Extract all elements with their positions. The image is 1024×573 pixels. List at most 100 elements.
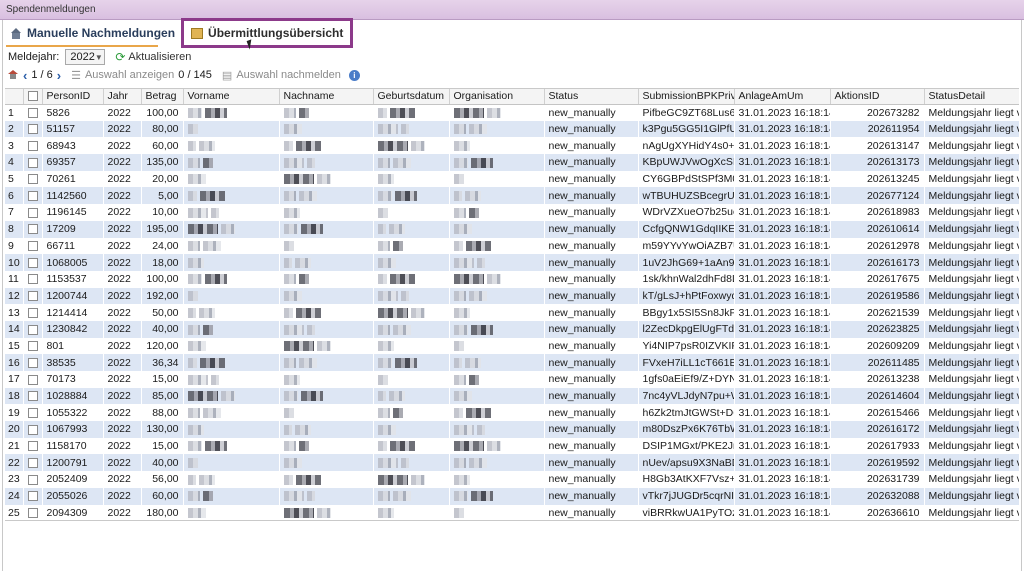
table-row[interactable]: 5 70261 2022 20,00 new_manually CY6GBPdStSPf3… [5,171,1019,188]
table-row[interactable]: 8 17209 2022 195,00 new_manually CcfgQNW1GdqI… [5,220,1019,238]
row-checkbox[interactable] [27,441,38,452]
row-select-cell[interactable] [23,137,42,154]
row-checkbox[interactable] [27,124,38,135]
table-row[interactable]: 10 1068005 2022 18,00 new_manually 1uV2JhG69+… [5,254,1019,271]
table-row[interactable]: 18 1028884 2022 85,00 new_manually 7nc4yVLJdy… [5,387,1019,405]
table-row[interactable]: 7 1196145 2022 10,00 new_manually WDrVZXueO7b… [5,204,1019,221]
column-header-nachname[interactable]: Nachname [279,89,374,105]
row-select-cell[interactable] [23,187,42,205]
column-header-select[interactable] [23,89,43,105]
show-selection-button[interactable]: Auswahl anzeigen [85,69,174,81]
table-row[interactable]: 11 1153537 2022 100,00 new_manually 1sk/khnWa… [5,271,1019,288]
table-row[interactable]: 20 1067993 2022 130,00 new_manually m80DszPx6… [5,421,1019,438]
table-row[interactable]: 25 2094309 2022 180,00 new_manually viBRRkwUA… [5,505,1019,521]
row-select-cell[interactable] [23,104,42,121]
row-checkbox[interactable] [27,140,38,151]
previous-page-button[interactable]: ‹ [23,68,27,83]
row-select-cell[interactable] [23,371,42,388]
row-checkbox[interactable] [27,191,38,201]
row-select-cell[interactable] [23,238,42,255]
row-select-cell[interactable] [23,354,42,371]
row-checkbox[interactable] [27,291,38,302]
row-select-cell[interactable] [23,304,42,321]
column-header-organisation[interactable]: Organisation [449,89,545,105]
row-select-cell[interactable] [23,454,42,472]
row-checkbox[interactable] [27,391,38,402]
tab-transmission-overview[interactable]: Übermittlungsübersicht [181,18,354,48]
row-select-cell[interactable] [23,505,42,521]
table-row[interactable]: 15 801 2022 120,00 new_manually Yi4NIP7psR0IZ… [5,338,1019,355]
row-checkbox[interactable] [27,341,38,352]
table-row[interactable]: 14 1230842 2022 40,00 new_manually l2ZecDkpgE… [5,320,1019,338]
column-header-geburtsdatum[interactable]: Geburtsdatum [373,89,450,105]
row-checkbox[interactable] [27,357,38,368]
row-checkbox[interactable] [27,274,38,285]
row-select-cell[interactable] [23,387,42,405]
table-row[interactable]: 22 1200791 2022 40,00 new_manually nUev/apsu9… [5,454,1019,472]
row-checkbox[interactable] [27,157,38,168]
column-header-betrag[interactable]: Betrag [141,89,184,105]
table-row[interactable]: 13 1214414 2022 50,00 new_manually BBgy1x5SI5… [5,304,1019,321]
row-checkbox[interactable] [27,407,38,418]
year-select[interactable]: 2022 ▼ [65,49,106,65]
table-row[interactable]: 17 70173 2022 15,00 new_manually 1gfs0aEiEf9/… [5,371,1019,388]
row-checkbox[interactable] [27,307,38,318]
table-row[interactable]: 19 1055322 2022 88,00 new_manually h6Zk2tmJtG… [5,404,1019,421]
table-row[interactable]: 3 68943 2022 60,00 new_manually nAgUgXYHidY4s… [5,137,1019,154]
table-row[interactable]: 12 1200744 2022 192,00 new_manually kT/gLsJ+h… [5,287,1019,305]
table-row[interactable]: 23 2052409 2022 56,00 new_manually H8Gb3AtKXF… [5,471,1019,488]
column-header-anlage-am-um[interactable]: AnlageAmUm [734,89,831,105]
next-page-button[interactable]: › [57,68,61,83]
info-icon[interactable]: i [348,69,360,81]
row-select-cell[interactable] [23,120,42,138]
row-select-cell[interactable] [23,154,42,171]
column-header-status[interactable]: Status [544,89,639,105]
row-select-cell[interactable] [23,438,42,455]
column-header-vorname[interactable]: Vorname [183,89,280,105]
row-select-cell[interactable] [23,421,42,438]
row-checkbox[interactable] [27,424,38,435]
column-header-submission-bpk[interactable]: SubmissionBPKPrivate [638,89,735,105]
row-select-cell[interactable] [23,471,42,488]
table-row[interactable]: 4 69357 2022 135,00 new_manually KBpUWJVwOgXc… [5,154,1019,171]
report-selection-button[interactable]: Auswahl nachmelden [236,69,341,81]
row-select-cell[interactable] [23,220,42,238]
row-checkbox[interactable] [27,374,38,385]
row-checkbox[interactable] [27,508,38,519]
row-checkbox[interactable] [27,458,38,468]
row-select-cell[interactable] [23,487,42,505]
select-all-checkbox[interactable] [27,91,38,102]
row-select-cell[interactable] [23,338,42,355]
table-row[interactable]: 6 1142560 2022 5,00 new_manually wTBUHUZSBceg… [5,187,1019,205]
home-icon[interactable] [8,70,19,80]
row-checkbox[interactable] [27,324,38,335]
table-row[interactable]: 16 38535 2022 36,34 new_manually FVxeH7iLL1cT… [5,354,1019,371]
refresh-button[interactable]: ⟳ Aktualisieren [115,50,191,64]
row-checkbox[interactable] [27,491,38,502]
column-header-status-detail[interactable]: StatusDetail [924,89,1019,105]
row-select-cell[interactable] [23,171,42,188]
table-row[interactable]: 2 51157 2022 80,00 new_manually k3Pgu5GG5I1Gl… [5,120,1019,138]
column-header-aktions-id[interactable]: AktionsID [830,89,925,105]
row-checkbox[interactable] [27,107,38,118]
row-checkbox[interactable] [27,174,38,185]
column-header-jahr[interactable]: Jahr [103,89,142,105]
row-checkbox[interactable] [27,224,38,235]
column-header-index[interactable] [5,89,24,105]
tab-manual-reports[interactable]: Manuelle Nachmeldungen [6,22,179,44]
column-header-personid[interactable]: PersonID [42,89,104,105]
row-checkbox[interactable] [27,241,38,252]
row-checkbox[interactable] [27,474,38,485]
row-select-cell[interactable] [23,404,42,421]
row-checkbox[interactable] [27,207,38,218]
table-row[interactable]: 21 1158170 2022 15,00 new_manually DSIP1MGxt/… [5,438,1019,455]
row-select-cell[interactable] [23,320,42,338]
row-select-cell[interactable] [23,254,42,271]
row-checkbox[interactable] [27,257,38,268]
table-row[interactable]: 24 2055026 2022 60,00 new_manually vTkr7jJUGD… [5,487,1019,505]
row-select-cell[interactable] [23,287,42,305]
row-select-cell[interactable] [23,271,42,288]
table-row[interactable]: 9 66711 2022 24,00 new_manually m59YYvYwOiAZB… [5,238,1019,255]
table-row[interactable]: 1 5826 2022 100,00 new_manually PifbeGC9ZT68L… [5,104,1019,121]
row-select-cell[interactable] [23,204,42,221]
